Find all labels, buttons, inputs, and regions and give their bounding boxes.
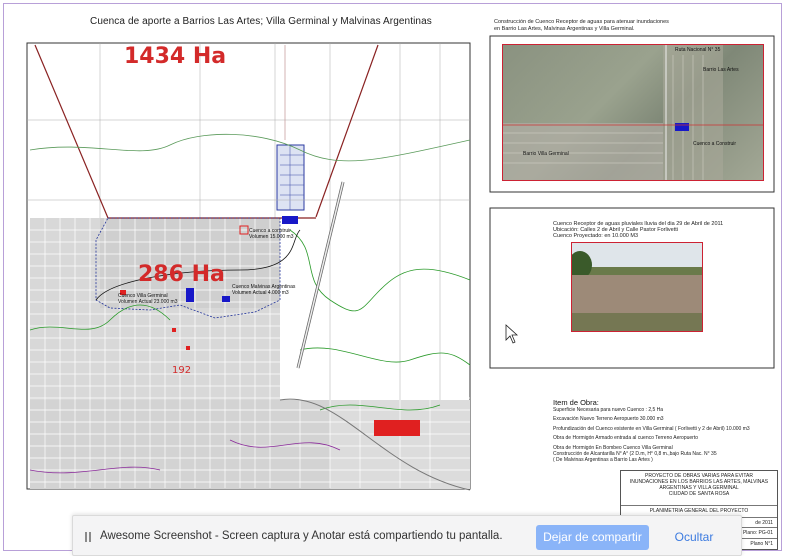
item-line: Superficie Necesaria para nuevo Cuenco :…	[553, 407, 664, 413]
stop-sharing-button[interactable]: Dejar de compartir	[536, 525, 649, 550]
screen-share-bar: Awesome Screenshot - Screen captura y An…	[72, 515, 742, 556]
item-line: Excavación Nuevo Terreno Aeropuerto 30.0…	[553, 416, 664, 423]
items-heading: Item de Obra:	[553, 398, 599, 407]
hide-button[interactable]: Ocultar	[659, 525, 729, 550]
drag-handle-icon[interactable]	[85, 532, 93, 542]
project-name: PROYECTO DE OBRAS VARIAS PARA EVITAR INU…	[629, 473, 769, 497]
item-line: ( De Malvinas Argentinas a Barrio Las Ar…	[553, 457, 653, 464]
share-message: Awesome Screenshot - Screen captura y An…	[100, 530, 503, 542]
item-line: Obra de Hormigón Armado entrada al cuenc…	[553, 435, 698, 442]
drawing-sheet: Cuenca de aporte a Barrios Las Artes; Vi…	[0, 0, 787, 556]
items-list: Superficie Necesaria para nuevo Cuenco :…	[553, 407, 750, 464]
item-line: Profundización del Cuenco existente en V…	[553, 425, 750, 432]
